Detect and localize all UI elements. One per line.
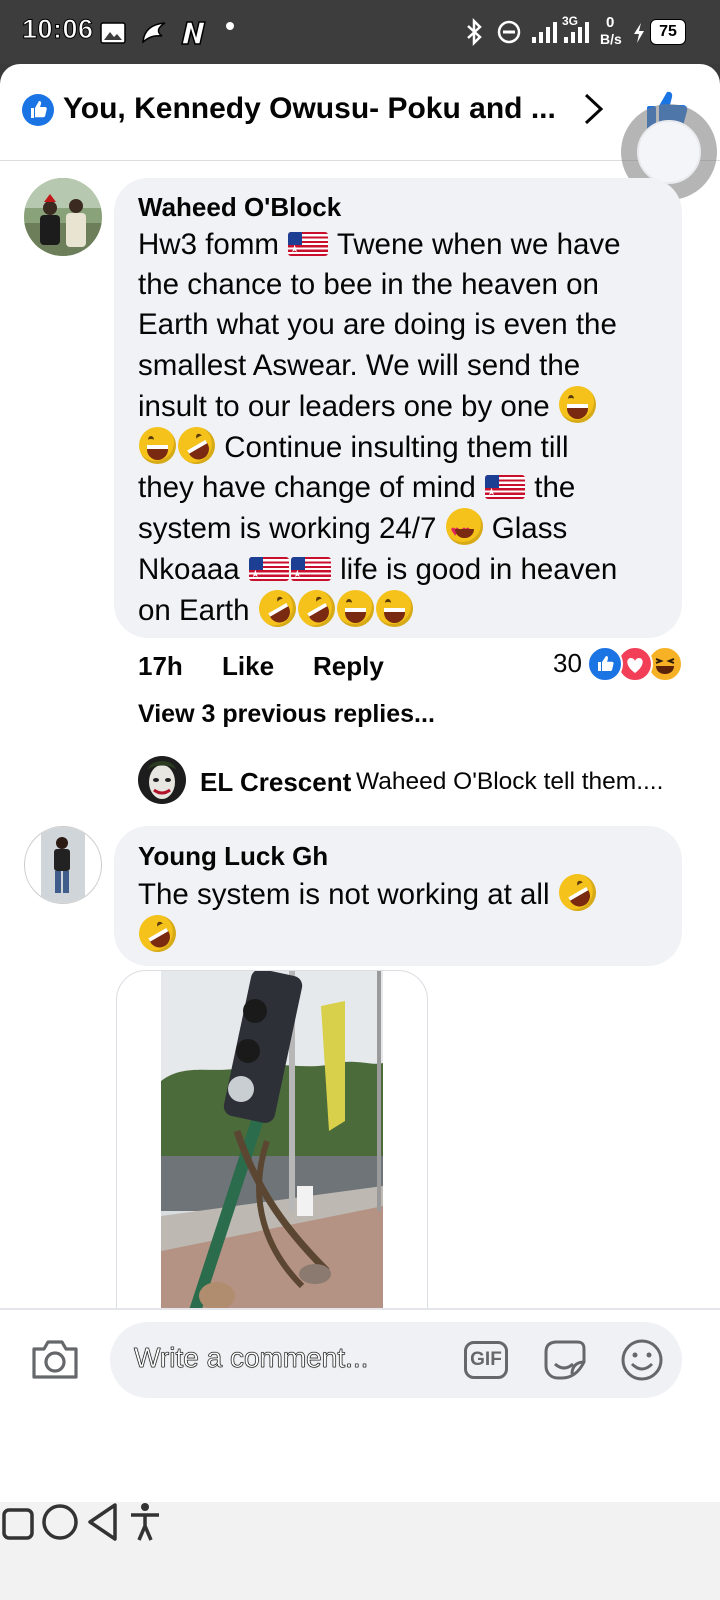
comment-text-run: insult to our leaders one by one [138,389,558,423]
comment-text: The system is not working at all [132,867,672,959]
reply-button[interactable]: Reply [313,651,384,682]
reply-author[interactable]: EL Crescent [200,767,351,798]
view-previous-replies-link[interactable]: View 3 previous replies... [138,700,435,729]
rofl-emoji-icon [251,583,303,634]
comment-text-run: they have change of mind [138,471,485,505]
comment-text-run: the [526,471,576,505]
bluetooth-icon [467,18,482,46]
comment-text-run: the chance to bee in the heaven on [138,268,599,302]
comment-author[interactable]: Waheed O'Block [138,192,341,223]
liberia-flag-icon [290,556,331,581]
signal-icon-2 [564,22,589,43]
n-app-icon [181,21,206,45]
liberia-flag-icon [485,475,526,500]
comment-text-run: on Earth [138,593,258,627]
rofl-emoji-icon [290,583,342,634]
like-reaction-icon [22,94,54,126]
like-button[interactable]: Like [222,651,274,682]
liberia-flag-icon [288,232,329,256]
comment-text-run: Twene when we have [329,228,621,261]
signal-icon-1 [532,22,557,43]
battery-icon: 75 [650,19,686,45]
network-speed-unit: B/s [600,31,622,47]
heart-eyes-emoji-icon [445,508,483,553]
emoji-icon[interactable] [620,1338,664,1382]
comment-text-line: Nkoaaa life is good in heaven [138,550,672,590]
system-nav-bar [0,1502,720,1600]
commenter-avatar[interactable] [24,178,102,256]
comment-placeholder[interactable]: Write a comment... [134,1342,369,1374]
comment-text-line: The system is not working at all [138,867,672,918]
gif-icon[interactable]: GIF [464,1341,508,1379]
app-notification-icon [142,22,166,44]
comment-text-line: Continue insulting them till [138,420,672,471]
laughing-emoji-icon [336,589,374,627]
comment-text-line [132,908,672,959]
square-icon[interactable] [0,1506,36,1542]
comments-sheet: You, Kennedy Owusu- Poku and ... Waheed … [0,64,720,1502]
comment-text-run: The system is not working at all [138,878,558,911]
comment-text-run: life is good in heaven [331,552,618,586]
charging-icon [634,23,644,43]
like-reaction-icon [587,646,623,682]
comment-text-run: Nkoaaa [138,552,248,586]
reaction-count: 30 [553,648,582,678]
comment-text-line: on Earth [138,583,672,634]
rofl-emoji-icon [171,420,222,471]
comment-text-run: Glass [483,512,568,546]
accessibility-icon[interactable] [127,1502,163,1542]
comment-text-run: system is working 24/7 [138,512,445,546]
reactions-header[interactable]: You, Kennedy Owusu- Poku and ... [0,64,720,200]
comment-text: Hw3 fomm Twene when we havethe chance to… [138,225,672,634]
dnd-icon [497,20,521,44]
comment-text-run: Earth what you are doing is even the [138,308,617,342]
status-bar: 10:06 3G 0 B/s 75 [0,0,720,64]
comment-text-line: Earth what you are doing is even the [138,305,672,345]
comment-text-line: the chance to bee in the heaven on [138,265,672,305]
rofl-emoji-icon [551,867,603,918]
rofl-emoji-icon [132,908,183,959]
sticker-icon[interactable] [540,1336,588,1384]
commenter-avatar[interactable] [24,826,102,904]
reply-text: Waheed O'Block tell them.... [356,768,664,795]
comment-text-run: smallest Aswear. We will send the [138,348,581,382]
comment-author[interactable]: Young Luck Gh [138,841,328,872]
camera-icon[interactable] [30,1337,80,1381]
reactors-summary[interactable]: You, Kennedy Owusu- Poku and ... [63,92,556,126]
comment-text-line: smallest Aswear. We will send the [138,346,672,386]
liberia-flag-icon [248,556,289,581]
comment-timestamp[interactable]: 17h [138,651,183,682]
comment-text-line: Hw3 fomm Twene when we have [138,225,672,265]
status-time: 10:06 [22,14,94,45]
laughing-emoji-icon [139,427,176,465]
comment-text-line: they have change of mind the [138,468,672,508]
comment-text-run: Hw3 fomm [138,228,288,261]
chevron-right-icon[interactable] [583,92,605,126]
comment-text-run: Continue insulting them till [216,431,569,465]
comment-photo[interactable] [116,970,428,1362]
comment-input[interactable]: Write a comment... GIF [110,1322,682,1398]
comment-text-line: insult to our leaders one by one [138,385,672,427]
circle-icon[interactable] [40,1502,80,1542]
back-triangle-icon[interactable] [85,1502,123,1542]
laughing-emoji-icon [375,589,413,627]
comment-text-line: system is working 24/7 Glass [138,508,672,553]
more-notifications-dot [226,22,234,30]
laughing-emoji-icon [558,385,596,423]
reply-author-avatar[interactable] [138,756,186,804]
comment-composer: Write a comment... GIF [0,1308,720,1412]
battery-level: 75 [659,23,677,40]
gallery-icon [100,22,126,44]
network-speed-value: 0 [606,14,615,31]
